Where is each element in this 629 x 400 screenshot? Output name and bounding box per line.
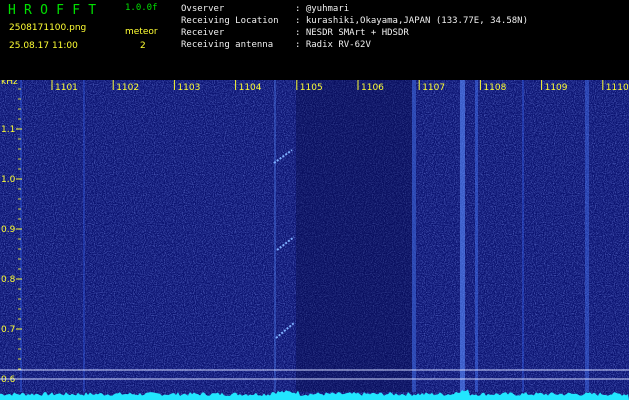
- x-tick-label: 1109: [545, 83, 568, 93]
- version-label: 1.0.0f: [125, 3, 158, 13]
- spectral-band: [83, 80, 85, 392]
- receiver-row: Receiver : NESDR SMArt + HDSDR: [181, 28, 409, 38]
- y-tick-label: 0.7: [1, 325, 15, 335]
- spectrogram-svg: kHz 1.1 1.0 0.9 0.8 0.7 0.6 1101 1102 1103 1104 110…: [0, 80, 629, 400]
- datetime-label: 25.08.17 11:00: [9, 41, 78, 51]
- spectral-band: [412, 80, 416, 392]
- spectral-band: [274, 80, 276, 392]
- x-tick-label: 1103: [177, 83, 200, 93]
- x-tick-label: 1108: [483, 83, 506, 93]
- location-row: Receiving Location : kurashiki,Okayama,JA…: [181, 16, 528, 26]
- x-tick-label: 1102: [116, 83, 139, 93]
- y-tick-label: 0.8: [1, 275, 16, 285]
- spectral-band: [296, 80, 416, 392]
- spectral-band: [585, 80, 589, 392]
- observer-row: Ovserver : @yuhmari: [181, 4, 349, 14]
- location-key: Receiving Location: [181, 16, 279, 26]
- location-value: : kurashiki,Okayama,JAPAN (133.77E, 34.5…: [295, 16, 528, 26]
- y-tick-label: 0.6: [1, 375, 16, 385]
- x-tick-label: 1105: [300, 83, 323, 93]
- x-tick-label: 1101: [55, 83, 78, 93]
- observer-value: : @yuhmari: [295, 4, 350, 14]
- spectral-band: [522, 80, 524, 392]
- y-axis-unit: kHz: [1, 80, 18, 87]
- x-tick-label: 1104: [239, 83, 262, 93]
- spectrogram-panel: kHz 1.1 1.0 0.9 0.8 0.7 0.6 1101 1102 1103 1104 110…: [0, 80, 629, 400]
- x-tick-label: 1107: [422, 83, 445, 93]
- mode-label: meteor: [125, 27, 158, 37]
- antenna-key: Receiving antenna: [181, 40, 274, 50]
- spectral-band: [475, 80, 478, 392]
- y-tick-label: 1.1: [1, 125, 15, 135]
- y-tick-label: 0.9: [1, 225, 16, 235]
- app-title: H R O F F T: [8, 3, 97, 18]
- receiver-value: : NESDR SMArt + HDSDR: [295, 28, 409, 38]
- filename-label: 2508171100.png: [9, 23, 87, 33]
- header-panel: H R O F F T 1.0.0f 2508171100.png meteor…: [0, 0, 629, 80]
- x-tick-label: 1106: [361, 83, 384, 93]
- spectral-band: [460, 80, 465, 392]
- antenna-row: Receiving antenna : Radix RV-62V: [181, 40, 371, 50]
- observer-key: Ovserver: [181, 4, 225, 14]
- spectral-band: [20, 80, 22, 392]
- x-tick-label: 1110: [606, 83, 629, 93]
- receiver-key: Receiver: [181, 28, 225, 38]
- antenna-value: : Radix RV-62V: [295, 40, 371, 50]
- y-tick-label: 1.0: [1, 175, 16, 185]
- meteor-count: 2: [140, 41, 146, 51]
